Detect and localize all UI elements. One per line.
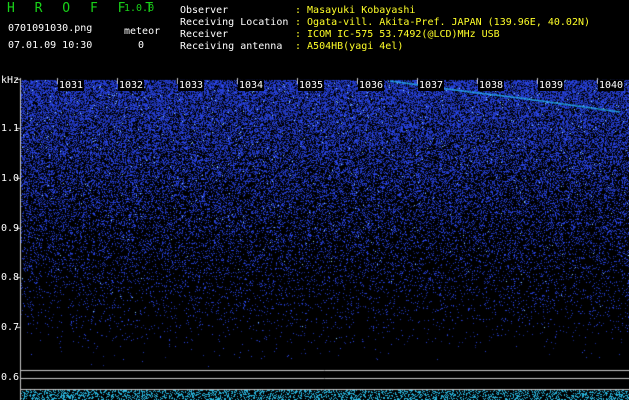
datetime: 07.01.09 10:30 bbox=[8, 40, 93, 51]
filename: 0701091030.png bbox=[8, 23, 93, 34]
minute-label: 1034 bbox=[238, 80, 265, 91]
minute-label: 1040 bbox=[598, 80, 625, 91]
minute-label: 1038 bbox=[478, 80, 505, 91]
y-tick-label: 1.1 bbox=[1, 123, 20, 134]
app-version: 1.0.0 bbox=[124, 3, 155, 14]
spectrogram-canvas bbox=[0, 0, 629, 400]
meteor-count: 0 bbox=[138, 40, 145, 51]
minute-label: 1036 bbox=[358, 80, 385, 91]
minute-label: 1031 bbox=[58, 80, 85, 91]
y-unit-label: kHz bbox=[1, 75, 20, 86]
observer-label: Observer bbox=[180, 5, 229, 16]
minute-label: 1033 bbox=[178, 80, 205, 91]
y-tick-label: 1.0 bbox=[1, 173, 20, 184]
meteor-label: meteor bbox=[124, 26, 161, 37]
location-label: Receiving Location bbox=[180, 17, 289, 28]
antenna-value: : A504HB(yagi 4el) bbox=[295, 41, 404, 52]
minute-label: 1032 bbox=[118, 80, 145, 91]
minute-label: 1035 bbox=[298, 80, 325, 91]
minute-label: 1037 bbox=[418, 80, 445, 91]
receiver-value: : ICOM IC-575 53.7492(@LCD)MHz USB bbox=[295, 29, 500, 40]
y-tick-label: 0.6 bbox=[1, 372, 20, 383]
observer-value: : Masayuki Kobayashi bbox=[295, 5, 416, 16]
y-tick-label: 0.8 bbox=[1, 272, 20, 283]
y-tick-label: 0.7 bbox=[1, 322, 20, 333]
receiver-label: Receiver bbox=[180, 29, 229, 40]
location-value: : Ogata-vill. Akita-Pref. JAPAN (139.96E… bbox=[295, 17, 591, 28]
y-tick-label: 0.9 bbox=[1, 223, 20, 234]
antenna-label: Receiving antenna bbox=[180, 41, 283, 52]
minute-label: 1039 bbox=[538, 80, 565, 91]
